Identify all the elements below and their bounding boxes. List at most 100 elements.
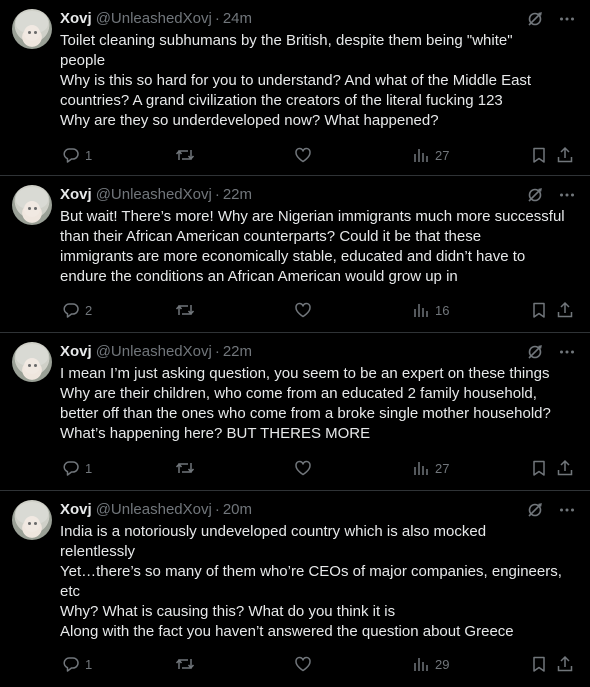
display-name[interactable]: Xovj [60, 343, 92, 360]
tweet-text-line: relentlessly [60, 543, 136, 560]
retweet-button[interactable] [175, 459, 195, 477]
reply-count: 1 [85, 147, 93, 163]
reply-button[interactable]: 2 [62, 301, 92, 319]
tweet-text-line: Why is this so hard for you to understan… [60, 72, 532, 89]
separator-dot: · [214, 342, 220, 360]
share-icon [556, 301, 574, 319]
tweet-text-line: But wait! There’s more! Why are Nigerian… [60, 208, 565, 225]
retweet-button[interactable] [175, 146, 195, 164]
tweet-2[interactable]: Xovj @UnleashedXovj · 22m But wait! Ther… [0, 176, 590, 333]
more-icon[interactable] [558, 10, 576, 28]
tweet-text-line: better off than the ones who come from a… [60, 405, 551, 422]
more-icon[interactable] [558, 186, 576, 204]
grok-icon[interactable] [526, 343, 544, 361]
view-count: 16 [435, 302, 450, 318]
tweet-text: I mean I’m just asking question, you see… [60, 364, 576, 444]
display-name[interactable]: Xovj [60, 186, 92, 203]
views-button[interactable]: 27 [412, 459, 449, 477]
reply-icon [62, 459, 80, 477]
share-button[interactable] [556, 301, 574, 319]
tweet-header-actions [526, 501, 576, 519]
tweet-header: Xovj @UnleashedXovj · 22m [60, 341, 576, 361]
tweet-text-line: India is a notoriously undeveloped count… [60, 523, 487, 540]
tweet-text-line: What’s happening here? BUT THERES MORE [60, 425, 371, 442]
share-icon [556, 146, 574, 164]
like-button[interactable] [294, 146, 312, 164]
timestamp[interactable]: 22m [223, 343, 252, 360]
reply-button[interactable]: 1 [62, 459, 92, 477]
share-button[interactable] [556, 146, 574, 164]
tweet-actions: 1 29 [62, 655, 576, 675]
view-count: 29 [435, 656, 450, 672]
retweet-button[interactable] [175, 655, 195, 673]
bookmark-button[interactable] [530, 655, 548, 673]
reply-icon [62, 655, 80, 673]
tweet-text-line: I mean I’m just asking question, you see… [60, 365, 550, 382]
views-button[interactable]: 16 [412, 301, 449, 319]
tweet-4[interactable]: Xovj @UnleashedXovj · 20m India is a not… [0, 491, 590, 687]
tweet-header: Xovj @UnleashedXovj · 24m [60, 8, 576, 28]
tweet-actions: 1 27 [62, 146, 576, 166]
grok-icon[interactable] [526, 501, 544, 519]
reply-count: 1 [85, 460, 93, 476]
like-icon [294, 459, 312, 477]
timestamp[interactable]: 20m [223, 501, 252, 518]
reply-icon [62, 301, 80, 319]
bookmark-button[interactable] [530, 146, 548, 164]
like-icon [294, 146, 312, 164]
grok-icon[interactable] [526, 186, 544, 204]
tweet-content: Xovj @UnleashedXovj · 22m But wait! Ther… [60, 184, 576, 287]
tweet-1[interactable]: Xovj @UnleashedXovj · 24m Toilet cleanin… [0, 0, 590, 176]
tweet-header-actions [526, 343, 576, 361]
user-handle[interactable]: @UnleashedXovj [96, 343, 212, 360]
views-button[interactable]: 27 [412, 146, 449, 164]
reply-button[interactable]: 1 [62, 146, 92, 164]
display-name[interactable]: Xovj [60, 10, 92, 27]
tweet-3[interactable]: Xovj @UnleashedXovj · 22m I mean I’m jus… [0, 333, 590, 491]
user-handle[interactable]: @UnleashedXovj [96, 10, 212, 27]
retweet-icon [175, 459, 195, 477]
share-button[interactable] [556, 655, 574, 673]
share-button[interactable] [556, 459, 574, 477]
like-icon [294, 655, 312, 673]
tweet-text-line: people [60, 52, 106, 69]
user-handle[interactable]: @UnleashedXovj [96, 501, 212, 518]
more-icon[interactable] [558, 501, 576, 519]
retweet-icon [175, 301, 195, 319]
like-button[interactable] [294, 459, 312, 477]
tweet-text-line: Why are their children, who come from an… [60, 385, 537, 402]
tweet-header: Xovj @UnleashedXovj · 20m [60, 499, 576, 519]
avatar[interactable] [12, 342, 52, 382]
bookmark-button[interactable] [530, 459, 548, 477]
views-icon [412, 459, 430, 477]
user-handle[interactable]: @UnleashedXovj [96, 186, 212, 203]
like-button[interactable] [294, 301, 312, 319]
tweet-actions: 2 16 [62, 301, 576, 321]
bookmark-button[interactable] [530, 301, 548, 319]
tweet-text-line: Yet…there’s so many of them who’re CEOs … [60, 563, 562, 580]
bookmark-icon [530, 301, 548, 319]
avatar[interactable] [12, 500, 52, 540]
retweet-icon [175, 655, 195, 673]
retweet-button[interactable] [175, 301, 195, 319]
avatar[interactable] [12, 185, 52, 225]
avatar[interactable] [12, 9, 52, 49]
display-name[interactable]: Xovj [60, 501, 92, 518]
timestamp[interactable]: 22m [223, 186, 252, 203]
tweet-text-line: immigrants are more economically stable,… [60, 248, 526, 265]
reply-button[interactable]: 1 [62, 655, 92, 673]
like-button[interactable] [294, 655, 312, 673]
tweet-text: India is a notoriously undeveloped count… [60, 522, 576, 642]
more-icon[interactable] [558, 343, 576, 361]
timestamp[interactable]: 24m [223, 10, 252, 27]
tweet-text: Toilet cleaning subhumans by the British… [60, 31, 576, 131]
view-count: 27 [435, 460, 450, 476]
retweet-icon [175, 146, 195, 164]
views-icon [412, 301, 430, 319]
views-button[interactable]: 29 [412, 655, 449, 673]
share-icon [556, 459, 574, 477]
grok-icon[interactable] [526, 10, 544, 28]
timeline: Xovj @UnleashedXovj · 24m Toilet cleanin… [0, 0, 590, 687]
views-icon [412, 146, 430, 164]
separator-dot: · [214, 9, 220, 27]
